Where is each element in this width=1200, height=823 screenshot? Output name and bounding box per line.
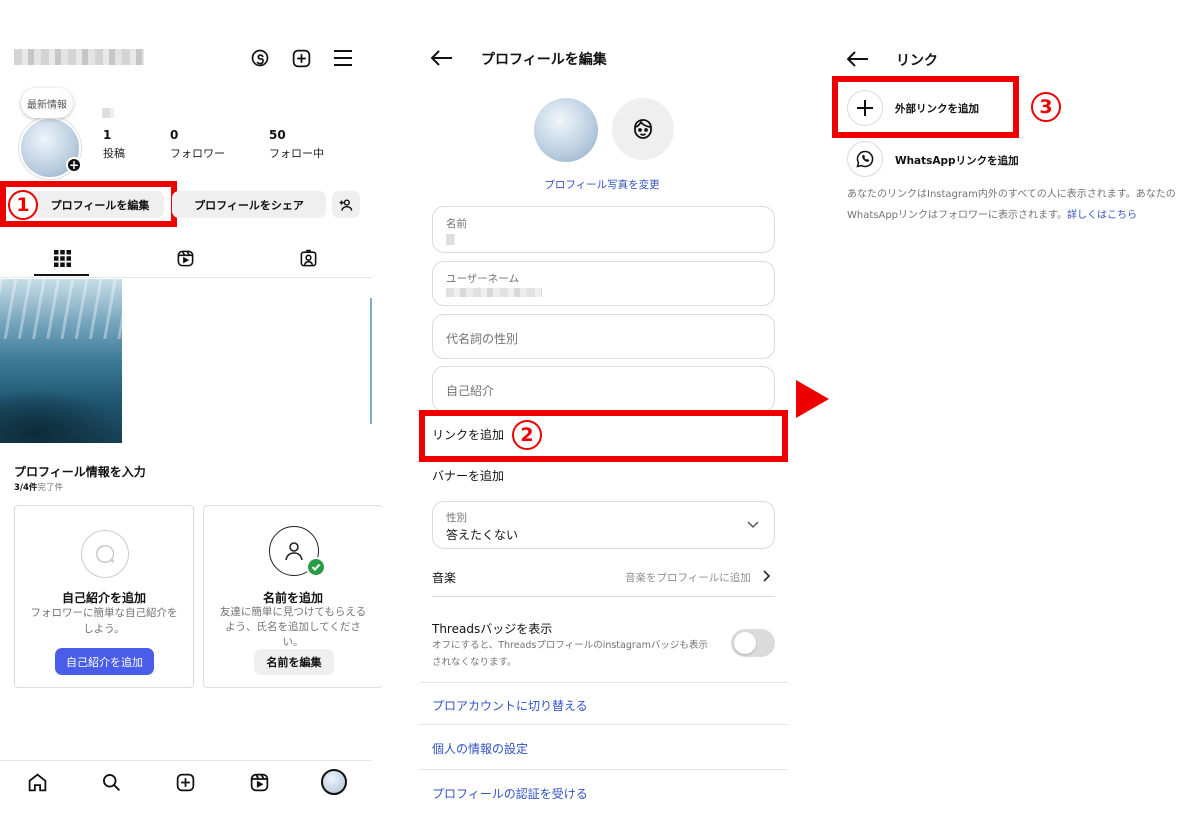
name-field[interactable]: 名前 bbox=[432, 206, 775, 253]
next-post-edge bbox=[370, 298, 372, 424]
back-arrow-icon[interactable] bbox=[430, 48, 454, 68]
progress-text: 3/4件完了件 bbox=[14, 483, 63, 493]
switch-pro-account-link[interactable]: プロアカウントに切り替える bbox=[432, 697, 588, 714]
tabs-divider bbox=[0, 277, 372, 278]
bio-icon bbox=[81, 530, 129, 578]
check-badge-icon bbox=[306, 557, 326, 577]
learn-more-link[interactable]: 詳しくはこちら bbox=[1067, 210, 1137, 221]
threads-badge-toggle[interactable] bbox=[731, 629, 775, 657]
divider-3 bbox=[419, 769, 788, 770]
chevron-right-icon bbox=[760, 569, 772, 583]
posts-label: 投稿 bbox=[103, 147, 125, 160]
username-value-blurred bbox=[446, 288, 542, 297]
whatsapp-icon[interactable] bbox=[847, 141, 883, 177]
add-person-icon bbox=[339, 198, 353, 211]
name-field-label: 名前 bbox=[446, 218, 467, 230]
divider-1 bbox=[419, 682, 788, 683]
music-label[interactable]: 音楽 bbox=[432, 569, 456, 586]
section-title: プロフィール情報を入力 bbox=[14, 465, 146, 479]
story-note-bubble[interactable]: 最新情報 bbox=[21, 88, 73, 118]
step3-marker: 3 bbox=[1031, 92, 1061, 122]
name-card-title: 名前を追加 bbox=[262, 591, 323, 605]
step1-marker: 1 bbox=[8, 190, 38, 220]
bio-card-title: 自己紹介を追加 bbox=[61, 591, 146, 605]
edit-profile-panel: プロフィールを編集 プロフィール写真を変更 名前 ユーザーネーム 代名詞の性別 … bbox=[412, 0, 792, 823]
following-count[interactable]: 50 bbox=[269, 128, 286, 142]
profile-photo[interactable] bbox=[534, 98, 598, 162]
bio-placeholder: 自己紹介 bbox=[446, 384, 495, 398]
add-person-button[interactable] bbox=[332, 191, 360, 218]
toggle-knob bbox=[734, 632, 756, 654]
reels-nav-icon[interactable] bbox=[247, 770, 271, 794]
verification-link[interactable]: プロフィールの認証を受ける bbox=[432, 785, 588, 802]
username-field[interactable]: ユーザーネーム bbox=[432, 261, 775, 306]
bottom-nav-divider bbox=[0, 760, 372, 761]
home-icon[interactable] bbox=[25, 770, 49, 794]
edit-name-button[interactable]: 名前を編集 bbox=[254, 649, 334, 675]
menu-icon[interactable] bbox=[331, 46, 355, 70]
profile-panel: + 最新情報 1 投稿 0 フォロワー 50 フォロー中 プロフィールを編集 1… bbox=[0, 0, 383, 823]
display-name-blurred bbox=[102, 108, 114, 118]
pronouns-field[interactable]: 代名詞の性別 bbox=[432, 314, 775, 359]
add-link-row[interactable]: リンクを追加 bbox=[432, 426, 504, 443]
active-tab-indicator bbox=[34, 274, 89, 276]
gender-value: 答えたくない bbox=[446, 528, 519, 542]
following-label[interactable]: フォロー中 bbox=[269, 145, 324, 161]
music-divider bbox=[432, 596, 775, 597]
back-arrow-icon[interactable] bbox=[846, 49, 870, 69]
avatar-option-icon[interactable] bbox=[612, 98, 674, 160]
posts-count: 1 bbox=[103, 128, 112, 142]
username-blurred bbox=[14, 49, 144, 65]
pronouns-placeholder: 代名詞の性別 bbox=[446, 332, 519, 346]
links-info-text: あなたのリンクはInstagram内外のすべての人に表示されます。あなたの Wh… bbox=[847, 189, 1176, 221]
threads-icon[interactable] bbox=[248, 46, 272, 70]
gender-label: 性別 bbox=[446, 512, 467, 524]
card-add-bio: 自己紹介を追加 フォロワーに簡単な自己紹介を しよう。 自己紹介を追加 bbox=[14, 505, 194, 688]
plus-icon[interactable] bbox=[847, 90, 883, 126]
bio-card-desc: フォロワーに簡単な自己紹介を しよう。 bbox=[30, 607, 178, 635]
next-step-arrow-icon bbox=[796, 380, 829, 418]
threads-badge-desc: オフにすると、Threadsプロフィールのinstagramバッジも表示 されな… bbox=[432, 640, 708, 668]
username-field-label: ユーザーネーム bbox=[446, 273, 519, 285]
threads-badge-title: Threadsバッジを表示 bbox=[432, 622, 553, 636]
add-story-icon[interactable]: + bbox=[66, 157, 82, 173]
add-bio-button[interactable]: 自己紹介を追加 bbox=[55, 648, 154, 675]
chevron-down-icon bbox=[746, 518, 760, 532]
page-title: リンク bbox=[896, 53, 938, 69]
divider-2 bbox=[419, 724, 788, 725]
page-title: プロフィールを編集 bbox=[481, 52, 607, 68]
search-icon[interactable] bbox=[99, 770, 123, 794]
music-value[interactable]: 音楽をプロフィールに追加 bbox=[625, 570, 751, 585]
personal-info-link[interactable]: 個人の情報の設定 bbox=[432, 740, 528, 757]
post-thumbnail[interactable] bbox=[0, 279, 122, 443]
bio-field[interactable]: 自己紹介 bbox=[432, 366, 775, 412]
card-add-name: 名前を追加 友達に簡単に見つけてもらえる よう、氏名を追加してくださ い。 名前… bbox=[203, 505, 383, 688]
step2-marker: 2 bbox=[512, 420, 542, 450]
followers-count[interactable]: 0 bbox=[170, 128, 178, 142]
gender-select[interactable]: 性別 答えたくない bbox=[432, 501, 775, 549]
followers-label[interactable]: フォロワー bbox=[170, 145, 225, 161]
name-card-desc: 友達に簡単に見つけてもらえる よう、氏名を追加してくださ い。 bbox=[219, 606, 367, 648]
share-profile-button[interactable]: プロフィールをシェア bbox=[172, 191, 326, 218]
profile-nav-avatar[interactable] bbox=[321, 769, 347, 795]
create-post-icon[interactable] bbox=[289, 46, 313, 70]
reels-tab-icon[interactable] bbox=[174, 247, 196, 269]
add-banner-row[interactable]: バナーを追加 bbox=[432, 467, 504, 484]
new-post-icon[interactable] bbox=[173, 770, 197, 794]
change-photo-link[interactable]: プロフィール写真を変更 bbox=[412, 177, 792, 192]
add-external-link[interactable]: 外部リンクを追加 bbox=[895, 101, 979, 116]
grid-tab-icon[interactable] bbox=[52, 248, 72, 268]
links-panel: リンク 外部リンクを追加 3 WhatsAppリンクを追加 あなたのリンクはIn… bbox=[832, 0, 1200, 823]
add-whatsapp-link[interactable]: WhatsAppリンクを追加 bbox=[895, 153, 1019, 168]
name-value-blurred bbox=[446, 234, 455, 245]
tagged-tab-icon[interactable] bbox=[297, 247, 319, 269]
